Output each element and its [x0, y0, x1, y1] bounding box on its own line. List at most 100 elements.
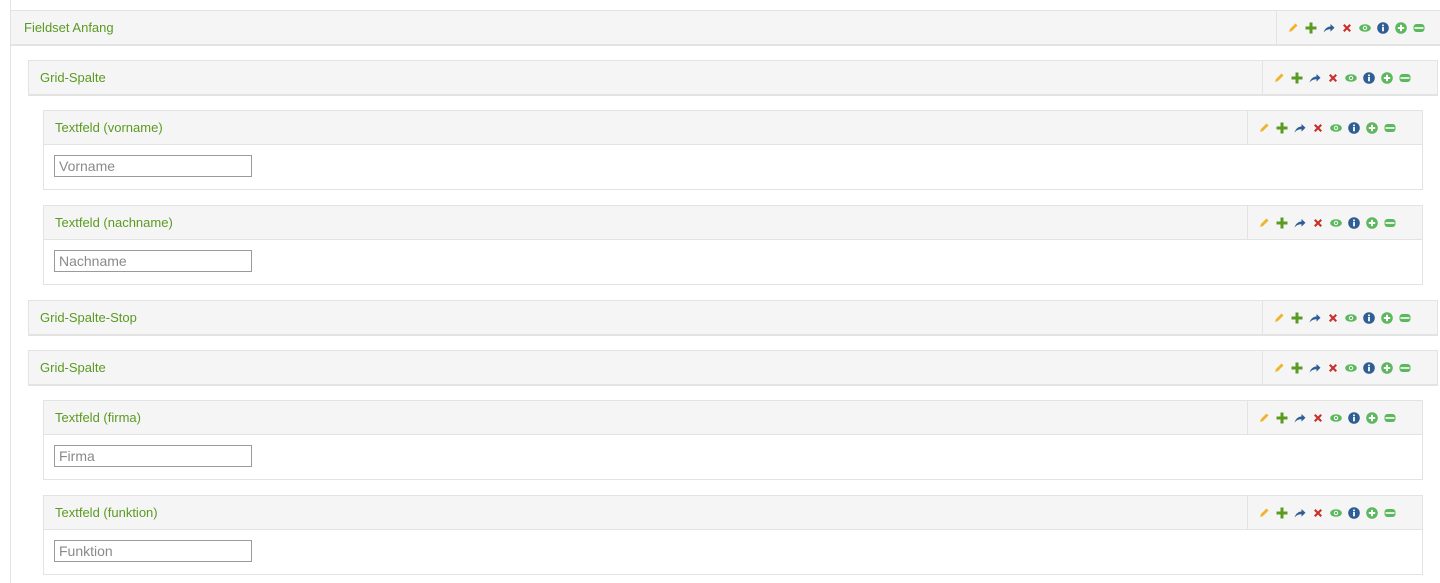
- plus-icon[interactable]: [1276, 507, 1288, 519]
- plus-circle-icon[interactable]: [1395, 21, 1407, 34]
- outer-left-border: [10, 0, 11, 583]
- textfield-firma-toolbar: [1247, 401, 1422, 434]
- share-arrow-icon[interactable]: [1309, 72, 1321, 84]
- fieldset-start-panel: Fieldset Anfang: [10, 10, 1440, 46]
- minus-icon[interactable]: [1413, 22, 1425, 34]
- grid-column-1-toolbar: [1262, 61, 1437, 94]
- close-icon[interactable]: [1327, 72, 1339, 84]
- textfield-nachname-toolbar: [1247, 206, 1422, 239]
- grid-column-1-panel: Grid-Spalte: [28, 60, 1438, 96]
- fieldset-start-toolbar: [1276, 11, 1440, 44]
- nachname-input[interactable]: [54, 250, 252, 272]
- plus-circle-icon[interactable]: [1366, 216, 1378, 229]
- grid-column-2-toolbar: [1262, 351, 1437, 384]
- eye-icon[interactable]: [1345, 72, 1357, 84]
- minus-icon[interactable]: [1399, 72, 1411, 84]
- textfield-nachname-header: Textfeld (nachname): [44, 206, 1422, 240]
- info-icon[interactable]: [1348, 121, 1360, 134]
- close-icon[interactable]: [1312, 412, 1324, 424]
- textfield-vorname-toolbar: [1247, 111, 1422, 144]
- plus-circle-icon[interactable]: [1366, 506, 1378, 519]
- share-arrow-icon[interactable]: [1309, 312, 1321, 324]
- info-icon[interactable]: [1363, 361, 1375, 374]
- plus-icon[interactable]: [1291, 72, 1303, 84]
- close-icon[interactable]: [1327, 312, 1339, 324]
- minus-icon[interactable]: [1384, 507, 1396, 519]
- info-icon[interactable]: [1348, 411, 1360, 424]
- grid-column-2-header: Grid-Spalte: [29, 351, 1437, 385]
- pencil-icon[interactable]: [1258, 507, 1270, 519]
- minus-icon[interactable]: [1384, 217, 1396, 229]
- plus-circle-icon[interactable]: [1381, 71, 1393, 84]
- pencil-icon[interactable]: [1258, 217, 1270, 229]
- firma-input[interactable]: [54, 445, 252, 467]
- eye-icon[interactable]: [1330, 122, 1342, 134]
- eye-icon[interactable]: [1359, 22, 1371, 34]
- textfield-nachname-title: Textfeld (nachname): [55, 215, 173, 230]
- plus-icon[interactable]: [1291, 362, 1303, 374]
- info-icon[interactable]: [1363, 311, 1375, 324]
- minus-icon[interactable]: [1384, 412, 1396, 424]
- form-builder-canvas: Fieldset Anfang Grid-Spalte Textfeld (vo…: [0, 0, 1440, 583]
- grid-column-1-title: Grid-Spalte: [40, 70, 106, 85]
- plus-icon[interactable]: [1276, 412, 1288, 424]
- plus-icon[interactable]: [1276, 217, 1288, 229]
- plus-circle-icon[interactable]: [1381, 361, 1393, 374]
- eye-icon[interactable]: [1345, 362, 1357, 374]
- textfield-vorname-panel: Textfeld (vorname): [43, 110, 1423, 190]
- share-arrow-icon[interactable]: [1323, 22, 1335, 34]
- textfield-vorname-header: Textfeld (vorname): [44, 111, 1422, 145]
- vorname-input[interactable]: [54, 155, 252, 177]
- textfield-firma-body: [44, 435, 1422, 479]
- plus-icon[interactable]: [1291, 312, 1303, 324]
- textfield-funktion-toolbar: [1247, 496, 1422, 529]
- share-arrow-icon[interactable]: [1294, 122, 1306, 134]
- pencil-icon[interactable]: [1258, 412, 1270, 424]
- info-icon[interactable]: [1377, 21, 1389, 34]
- minus-icon[interactable]: [1384, 122, 1396, 134]
- minus-icon[interactable]: [1399, 362, 1411, 374]
- info-icon[interactable]: [1348, 506, 1360, 519]
- pencil-icon[interactable]: [1287, 22, 1299, 34]
- eye-icon[interactable]: [1330, 507, 1342, 519]
- pencil-icon[interactable]: [1273, 72, 1285, 84]
- pencil-icon[interactable]: [1258, 122, 1270, 134]
- textfield-firma-panel: Textfeld (firma): [43, 400, 1423, 480]
- plus-icon[interactable]: [1276, 122, 1288, 134]
- grid-column-2-title: Grid-Spalte: [40, 360, 106, 375]
- textfield-funktion-header: Textfeld (funktion): [44, 496, 1422, 530]
- plus-icon[interactable]: [1305, 22, 1317, 34]
- eye-icon[interactable]: [1330, 217, 1342, 229]
- minus-icon[interactable]: [1399, 312, 1411, 324]
- textfield-funktion-title: Textfeld (funktion): [55, 505, 158, 520]
- close-icon[interactable]: [1312, 217, 1324, 229]
- info-icon[interactable]: [1363, 71, 1375, 84]
- eye-icon[interactable]: [1330, 412, 1342, 424]
- plus-circle-icon[interactable]: [1381, 311, 1393, 324]
- share-arrow-icon[interactable]: [1294, 412, 1306, 424]
- grid-column-stop-toolbar: [1262, 301, 1437, 334]
- share-arrow-icon[interactable]: [1294, 507, 1306, 519]
- textfield-funktion-body: [44, 530, 1422, 574]
- close-icon[interactable]: [1341, 22, 1353, 34]
- close-icon[interactable]: [1312, 122, 1324, 134]
- grid-column-1-header: Grid-Spalte: [29, 61, 1437, 95]
- grid-column-stop-title: Grid-Spalte-Stop: [40, 310, 137, 325]
- textfield-funktion-panel: Textfeld (funktion): [43, 495, 1423, 575]
- close-icon[interactable]: [1312, 507, 1324, 519]
- textfield-firma-title: Textfeld (firma): [55, 410, 141, 425]
- pencil-icon[interactable]: [1273, 362, 1285, 374]
- textfield-vorname-body: [44, 145, 1422, 189]
- close-icon[interactable]: [1327, 362, 1339, 374]
- plus-circle-icon[interactable]: [1366, 411, 1378, 424]
- textfield-vorname-title: Textfeld (vorname): [55, 120, 163, 135]
- share-arrow-icon[interactable]: [1309, 362, 1321, 374]
- plus-circle-icon[interactable]: [1366, 121, 1378, 134]
- eye-icon[interactable]: [1345, 312, 1357, 324]
- grid-column-stop-panel: Grid-Spalte-Stop: [28, 300, 1438, 336]
- pencil-icon[interactable]: [1273, 312, 1285, 324]
- textfield-firma-header: Textfeld (firma): [44, 401, 1422, 435]
- funktion-input[interactable]: [54, 540, 252, 562]
- share-arrow-icon[interactable]: [1294, 217, 1306, 229]
- info-icon[interactable]: [1348, 216, 1360, 229]
